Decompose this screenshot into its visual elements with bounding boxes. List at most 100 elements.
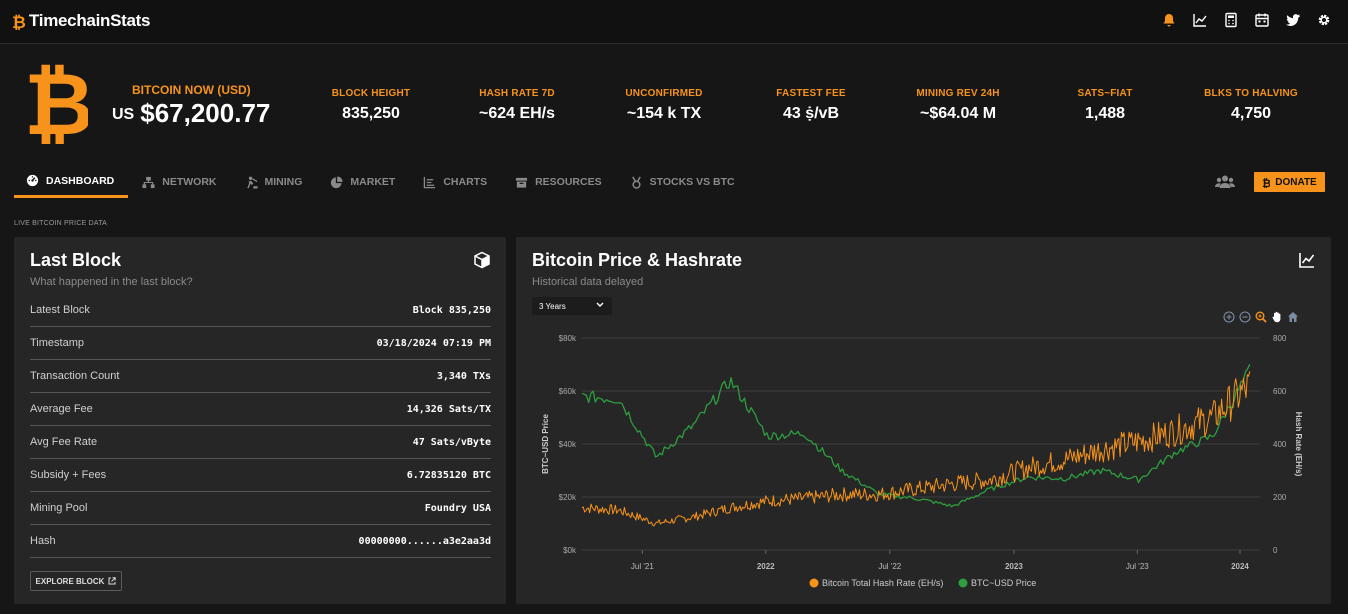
calendar-icon[interactable] bbox=[1254, 12, 1270, 28]
y-left-tick-label: $20k bbox=[559, 493, 577, 502]
tab-resources[interactable]: RESOURCES bbox=[501, 168, 616, 196]
tab-label: RESOURCES bbox=[535, 176, 602, 188]
bitcoin-logo-icon: ₿ bbox=[12, 13, 25, 30]
block-row-hash: Hash 00000000......a3e2aa3d bbox=[30, 525, 491, 558]
row-value: 3,340 TXs bbox=[436, 370, 491, 382]
pan-hand-icon[interactable] bbox=[1271, 311, 1283, 323]
donate-button[interactable]: ₿ DONATE bbox=[1254, 172, 1325, 192]
y-left-tick-label: $80k bbox=[559, 334, 577, 343]
price-chart-title: Bitcoin Price & Hashrate bbox=[532, 250, 743, 270]
live-data-label: LIVE BITCOIN PRICE DATA bbox=[14, 220, 108, 227]
row-key: Subsidy + Fees bbox=[30, 469, 107, 481]
y-right-tick-label: 0 bbox=[1273, 546, 1278, 555]
tab-market[interactable]: MARKET bbox=[316, 168, 409, 196]
stat-label: BLOCK HEIGHT bbox=[331, 88, 411, 99]
stat-label: MINING REV 24H bbox=[916, 88, 1000, 99]
row-value: 03/18/2024 07:19 PM bbox=[376, 337, 491, 349]
line-chart-icon[interactable] bbox=[1192, 12, 1208, 28]
y-right-tick-label: 600 bbox=[1273, 387, 1287, 396]
cube-icon bbox=[474, 251, 490, 269]
bitcoin-price: US $67,200.77 bbox=[112, 98, 270, 129]
main-nav: DASHBOARD NETWORK MINING MARKET CHARTS R… bbox=[14, 168, 749, 198]
gear-icon[interactable] bbox=[1316, 12, 1332, 28]
row-value: Block 835,250 bbox=[412, 304, 491, 316]
stat-label: HASH RATE 7D bbox=[479, 88, 555, 99]
y-axis-left-title: BTC~USD Price bbox=[541, 414, 550, 474]
bitcoin-hero-icon: ₿ bbox=[24, 64, 88, 144]
tab-dashboard[interactable]: DASHBOARD bbox=[14, 168, 129, 198]
row-key: Mining Pool bbox=[30, 502, 88, 514]
network-icon bbox=[142, 176, 155, 188]
chart-grid bbox=[582, 337, 1260, 551]
row-key: Hash bbox=[30, 535, 56, 547]
legend-marker-hashrate[interactable] bbox=[809, 578, 819, 588]
users-icon[interactable] bbox=[1215, 174, 1235, 190]
tab-label: DASHBOARD bbox=[46, 174, 115, 187]
last-block-subtitle: What happened in the last block? bbox=[30, 276, 193, 288]
row-key: Average Fee bbox=[30, 403, 93, 415]
zoom-selection-icon[interactable] bbox=[1255, 311, 1267, 323]
x-tick-label: Jul '22 bbox=[878, 562, 901, 571]
block-row-average-fee: Average Fee 14,326 Sats/TX bbox=[30, 393, 491, 426]
y-right-tick-label: 800 bbox=[1273, 334, 1287, 343]
stat-value: ~624 EH/s bbox=[478, 105, 556, 122]
brand-logo[interactable]: ₿ TimechainStats bbox=[12, 11, 150, 31]
time-range-select[interactable]: 3 Years bbox=[532, 297, 612, 315]
svg-text:₿: ₿ bbox=[24, 64, 88, 144]
stat-value: 1,488 bbox=[1084, 105, 1126, 122]
block-row-timestamp: Timestamp 03/18/2024 07:19 PM bbox=[30, 327, 491, 360]
price-chart-subtitle: Historical data delayed bbox=[532, 276, 644, 288]
tab-stocks-vs-btc[interactable]: STOCKS VS BTC bbox=[616, 168, 749, 196]
home-reset-icon[interactable] bbox=[1287, 311, 1299, 323]
legend-label-hashrate[interactable]: Bitcoin Total Hash Rate (EH/s) bbox=[822, 578, 943, 588]
mining-icon bbox=[246, 176, 258, 189]
bitcoin-icon: ₿ bbox=[1262, 178, 1270, 188]
chart-legend: Bitcoin Total Hash Rate (EH/s) BTC~USD P… bbox=[809, 578, 1036, 588]
x-tick-label: Jul '21 bbox=[631, 562, 654, 571]
legend-marker-price[interactable] bbox=[958, 578, 968, 588]
explore-block-button[interactable]: EXPLORE BLOCK bbox=[30, 571, 122, 591]
zoom-in-icon[interactable] bbox=[1223, 311, 1235, 323]
stat-value: ~$64.04 M bbox=[919, 105, 997, 122]
block-row-avg-fee-rate: Avg Fee Rate 47 Sats/vByte bbox=[30, 426, 491, 459]
stat-value: ~154 k TX bbox=[626, 105, 702, 122]
top-bar: ₿ TimechainStats bbox=[0, 0, 1348, 44]
row-key: Latest Block bbox=[30, 304, 90, 316]
twitter-icon[interactable] bbox=[1285, 12, 1301, 28]
stat-sats-fiat: SATS~FIAT 1,488 bbox=[1045, 88, 1165, 123]
chart-lines bbox=[581, 363, 1251, 527]
time-range-value: 3 Years bbox=[539, 301, 566, 311]
stat-value: 835,250 bbox=[342, 105, 400, 122]
stat-hash-rate: HASH RATE 7D ~624 EH/s bbox=[457, 88, 577, 123]
zoom-out-icon[interactable] bbox=[1239, 311, 1251, 323]
stat-fastest-fee: FASTEST FEE 43 ṩ/vB bbox=[751, 88, 871, 123]
external-link-icon bbox=[108, 577, 117, 585]
row-value: 47 Sats/vByte bbox=[412, 436, 491, 448]
y-right-tick-label: 400 bbox=[1273, 440, 1287, 449]
tab-label: MINING bbox=[264, 176, 303, 188]
row-value: 6.72835120 BTC bbox=[406, 469, 491, 481]
tab-mining[interactable]: MINING bbox=[231, 168, 317, 196]
stat-label: BLKS TO HALVING bbox=[1204, 88, 1298, 99]
y-right-tick-label: 200 bbox=[1273, 493, 1287, 502]
donate-label: DONATE bbox=[1275, 176, 1317, 188]
bell-icon[interactable] bbox=[1161, 12, 1177, 28]
line-chart-icon bbox=[1299, 253, 1315, 268]
row-key: Timestamp bbox=[30, 337, 84, 349]
chart-ticks: $0k 0 $20k 200 $40k 400 $60k 600 $80k 800 Jul '21 2… bbox=[559, 334, 1287, 571]
y-axis-right-title: Hash Rate (EH/s) bbox=[1294, 412, 1303, 477]
row-key: Transaction Count bbox=[30, 370, 120, 382]
tab-network[interactable]: NETWORK bbox=[128, 168, 230, 196]
calculator-icon[interactable] bbox=[1223, 12, 1239, 28]
price-hashrate-chart: $0k 0 $20k 200 $40k 400 $60k 600 $80k 800 Jul '21 2… bbox=[541, 334, 1303, 588]
row-key: Avg Fee Rate bbox=[30, 436, 98, 448]
y-left-tick-label: $0k bbox=[563, 546, 577, 555]
tab-charts[interactable]: CHARTS bbox=[409, 168, 501, 196]
row-value: 00000000......a3e2aa3d bbox=[358, 535, 491, 547]
price-series-line bbox=[581, 363, 1251, 508]
stat-block-height: BLOCK HEIGHT 835,250 bbox=[311, 88, 431, 123]
tab-label: STOCKS VS BTC bbox=[649, 176, 735, 188]
y-left-tick-label: $60k bbox=[559, 387, 577, 396]
x-tick-label: 2024 bbox=[1231, 562, 1249, 571]
legend-label-price[interactable]: BTC~USD Price bbox=[971, 578, 1036, 588]
